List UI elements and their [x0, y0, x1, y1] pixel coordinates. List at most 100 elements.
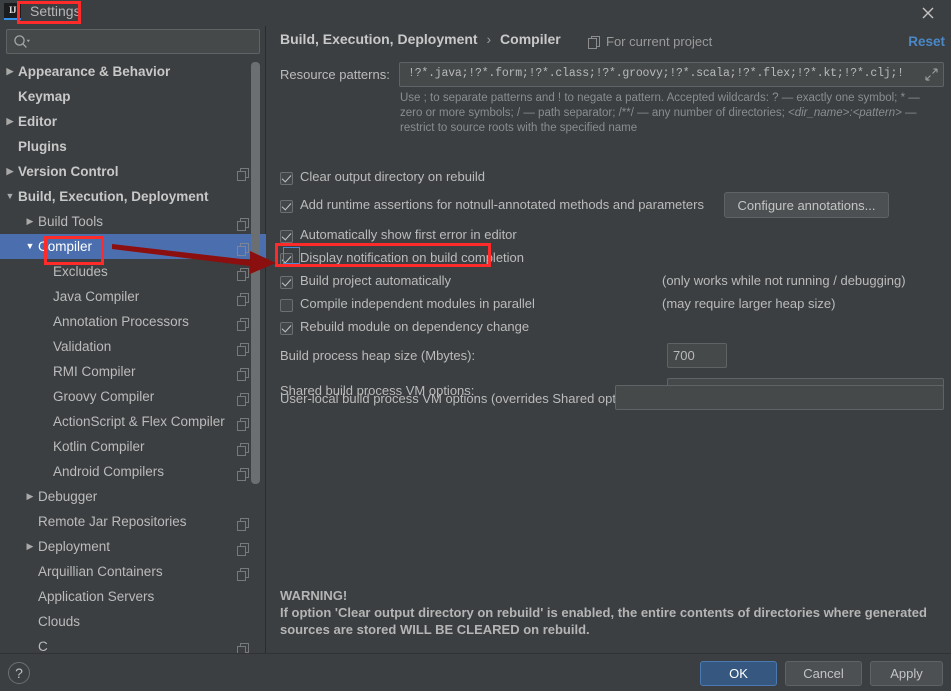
copy-settings-icon[interactable] — [237, 239, 250, 256]
sidebar-item-validation[interactable]: Validation — [0, 334, 266, 359]
window-title: Settings — [30, 3, 81, 19]
hint-text-7: — path separator; — [520, 107, 619, 119]
expand-icon[interactable] — [925, 68, 938, 81]
copy-settings-icon[interactable] — [237, 414, 250, 431]
field-input[interactable] — [667, 343, 727, 368]
sidebar-item-android-compilers[interactable]: Android Compilers — [0, 459, 266, 484]
sidebar-item-deployment[interactable]: ▶ Deployment — [0, 534, 266, 559]
project-scope-icon — [588, 36, 601, 49]
chevron-right-icon[interactable]: ▶ — [4, 59, 16, 84]
sidebar-item-keymap[interactable]: Keymap — [0, 84, 266, 109]
sidebar-item-label: Compiler — [38, 239, 93, 254]
breadcrumb-parent: Build, Execution, Deployment — [280, 31, 478, 47]
resource-patterns-label: Resource patterns: — [280, 67, 390, 82]
configure-annotations-button[interactable]: Configure annotations... — [724, 192, 889, 218]
copy-settings-icon[interactable] — [237, 289, 250, 306]
copy-settings-icon[interactable] — [237, 264, 250, 281]
sidebar-item-java-compiler[interactable]: Java Compiler — [0, 284, 266, 309]
sidebar-item-plugins[interactable]: Plugins — [0, 134, 266, 159]
sidebar-item-kotlin-compiler[interactable]: Kotlin Compiler — [0, 434, 266, 459]
sidebar-item-version-control[interactable]: ▶ Version Control — [0, 159, 266, 184]
sidebar-item-label: Java Compiler — [53, 289, 140, 304]
copy-settings-icon[interactable] — [237, 539, 250, 556]
checkbox-build-project-automatically[interactable] — [280, 276, 293, 289]
reset-link[interactable]: Reset — [908, 34, 945, 49]
cancel-button[interactable]: Cancel — [785, 661, 862, 686]
sidebar-item-application-servers[interactable]: Application Servers — [0, 584, 266, 609]
search-box[interactable] — [6, 29, 260, 54]
chevron-down-icon[interactable]: ▼ — [24, 234, 36, 259]
sidebar-item-debugger[interactable]: ▶ Debugger — [0, 484, 266, 509]
checkbox-label: Display notification on build completion — [300, 250, 525, 265]
sidebar-item-c[interactable]: C — [0, 634, 266, 653]
breadcrumb-current: Compiler — [500, 31, 561, 47]
copy-settings-icon[interactable] — [237, 389, 250, 406]
sidebar-item-label: Annotation Processors — [53, 314, 189, 329]
copy-settings-icon[interactable] — [237, 639, 250, 653]
checkbox-note: (only works while not running / debuggin… — [662, 273, 906, 288]
checkbox-clear-output-directory-on-rebuild[interactable] — [280, 172, 293, 185]
checkbox-compile-independent-modules-in-parallel[interactable] — [280, 299, 293, 312]
settings-main-panel: Build, Execution, Deployment › Compiler … — [267, 26, 951, 653]
sidebar-item-label: Appearance & Behavior — [18, 64, 171, 79]
checkbox-automatically-show-first-error-in-editor[interactable] — [280, 230, 293, 243]
sidebar-scrollbar-thumb[interactable] — [251, 62, 260, 484]
sidebar-item-build-execution-deployment[interactable]: ▼ Build, Execution, Deployment — [0, 184, 266, 209]
scope-label: For current project — [606, 34, 713, 49]
sidebar-item-appearance-behavior[interactable]: ▶ Appearance & Behavior — [0, 59, 266, 84]
field-input[interactable] — [615, 385, 944, 410]
checkbox-note: (may require larger heap size) — [662, 296, 836, 311]
sidebar-item-rmi-compiler[interactable]: RMI Compiler — [0, 359, 266, 384]
warning-line-2: sources are stored WILL BE CLEARED on re… — [280, 622, 590, 637]
help-button[interactable]: ? — [8, 662, 30, 684]
chevron-right-icon[interactable]: ▶ — [24, 484, 36, 509]
sidebar-item-compiler[interactable]: ▼ Compiler — [0, 234, 266, 259]
copy-settings-icon[interactable] — [237, 339, 250, 356]
sidebar-item-label: Application Servers — [38, 589, 155, 604]
close-icon[interactable] — [919, 4, 937, 22]
sidebar-item-annotation-processors[interactable]: Annotation Processors — [0, 309, 266, 334]
sidebar-item-excludes[interactable]: Excludes — [0, 259, 266, 284]
search-input[interactable] — [35, 32, 255, 52]
copy-settings-icon[interactable] — [237, 314, 250, 331]
sidebar-item-clouds[interactable]: Clouds — [0, 609, 266, 634]
sidebar-item-arquillian-containers[interactable]: Arquillian Containers — [0, 559, 266, 584]
chevron-right-icon[interactable]: ▶ — [24, 534, 36, 559]
checkbox-display-notification-on-build-completion[interactable] — [280, 253, 293, 266]
sidebar-item-label: Debugger — [38, 489, 98, 504]
sidebar-item-actionscript-flex-compiler[interactable]: ActionScript & Flex Compiler — [0, 409, 266, 434]
sidebar-item-label: Excludes — [53, 264, 108, 279]
copy-settings-icon[interactable] — [237, 214, 250, 231]
copy-settings-icon[interactable] — [237, 439, 250, 456]
chevron-right-icon[interactable]: ▶ — [4, 159, 16, 184]
sidebar-scrollbar[interactable] — [251, 59, 263, 653]
sidebar-item-groovy-compiler[interactable]: Groovy Compiler — [0, 384, 266, 409]
chevron-right-icon[interactable]: ▶ — [24, 209, 36, 234]
checkbox-label: Build project automatically — [300, 273, 452, 288]
apply-button[interactable]: Apply — [870, 661, 943, 686]
resource-patterns-field[interactable] — [399, 62, 944, 87]
sidebar-item-build-tools[interactable]: ▶ Build Tools — [0, 209, 266, 234]
chevron-right-icon[interactable]: ▶ — [4, 109, 16, 134]
title-bar: IJ Settings — [0, 0, 951, 26]
sidebar-item-remote-jar-repositories[interactable]: Remote Jar Repositories — [0, 509, 266, 534]
checkbox-add-runtime-assertions-for-notnull-annotated-methods-and-parameters[interactable] — [280, 200, 293, 213]
sidebar-item-editor[interactable]: ▶ Editor — [0, 109, 266, 134]
ok-button[interactable]: OK — [700, 661, 777, 686]
copy-settings-icon[interactable] — [237, 164, 250, 181]
resource-patterns-input[interactable] — [406, 66, 906, 81]
checkbox-label: Rebuild module on dependency change — [300, 319, 530, 334]
field-label: User-local build process VM options (ove… — [280, 391, 648, 406]
hint-text-3: to negate a pattern. Accepted wildcards: — [561, 92, 773, 104]
hint-text-1: Use — [400, 92, 424, 104]
chevron-down-icon[interactable]: ▼ — [4, 184, 16, 209]
copy-settings-icon[interactable] — [237, 364, 250, 381]
copy-settings-icon[interactable] — [237, 464, 250, 481]
breadcrumb-separator: › — [486, 31, 492, 47]
sidebar-item-label: Arquillian Containers — [38, 564, 163, 579]
copy-settings-icon[interactable] — [237, 514, 250, 531]
sidebar-item-label: Groovy Compiler — [53, 389, 155, 404]
checkbox-rebuild-module-on-dependency-change[interactable] — [280, 322, 293, 335]
sidebar-item-label: RMI Compiler — [53, 364, 136, 379]
copy-settings-icon[interactable] — [237, 564, 250, 581]
